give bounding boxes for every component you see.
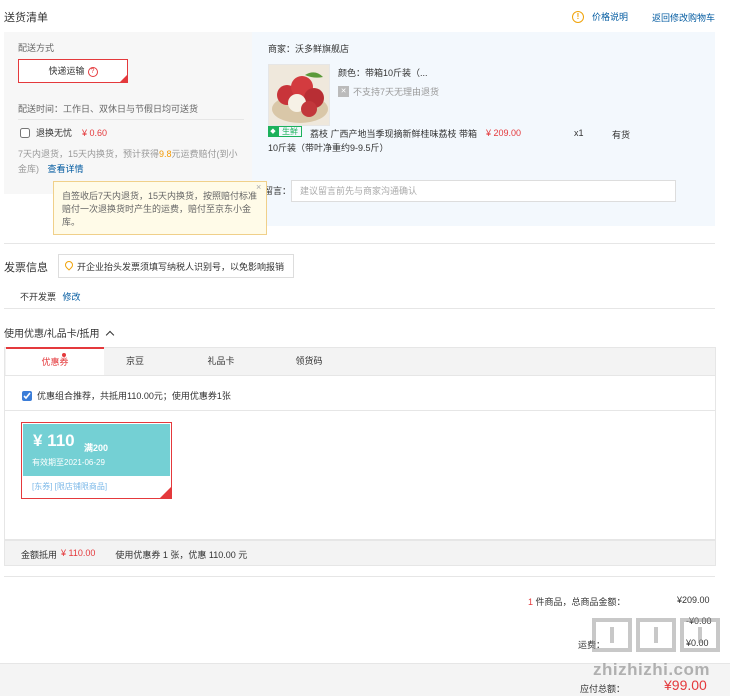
view-details-link[interactable]: 查看详情 bbox=[48, 164, 84, 174]
summary-detail: 使用优惠券 1 张，优惠 110.00 元 bbox=[115, 550, 248, 560]
tab-gift-card[interactable]: 礼品卡 bbox=[190, 347, 252, 375]
goods-count: 1 件商品，总商品金额： bbox=[528, 595, 626, 608]
return-option-price: ¥ 0.60 bbox=[82, 127, 108, 138]
divider bbox=[5, 410, 715, 411]
return-note-amount: 9.8 bbox=[159, 149, 172, 159]
product-price: ¥ 209.00 bbox=[486, 128, 522, 138]
close-icon[interactable]: × bbox=[256, 182, 261, 192]
coupon-condition: 满200 bbox=[84, 443, 109, 453]
price-note-label: 价格说明 bbox=[592, 12, 629, 22]
invoice-status-row: 不开发票 修改 bbox=[20, 290, 81, 303]
watermark-logo bbox=[592, 618, 720, 652]
remark-label: 留言： bbox=[264, 186, 292, 196]
delivery-time: 配送时间：工作日、双休日与节假日均可送货 bbox=[18, 104, 199, 114]
return-tooltip: 自签收后7天内退货，15天内换货，按照赔付标准赔付一次退换货时产生的运费，赔付至… bbox=[53, 181, 267, 235]
tab-jd-beans[interactable]: 京豆 bbox=[104, 347, 166, 375]
coupon-summary: 金额抵用 ¥ 110.00 使用优惠券 1 张，优惠 110.00 元 bbox=[21, 548, 247, 561]
delivery-method-label: 配送方式 bbox=[18, 43, 55, 53]
goods-count-text: 件商品，总商品金额： bbox=[535, 597, 626, 607]
tab-coupon-label: 优惠券 bbox=[41, 357, 69, 367]
summary-amount: ¥ 110.00 bbox=[61, 548, 96, 558]
new-dot-icon bbox=[62, 353, 66, 357]
delivery-method-text: 快递运输 bbox=[48, 66, 85, 76]
goods-count-number: 1 bbox=[528, 597, 534, 607]
invoice-tip: 开企业抬头发票须填写纳税人识别号，以免影响报销 bbox=[58, 254, 294, 278]
return-option-row: 退换无忧 ¥ 0.60 bbox=[20, 126, 107, 139]
coupon-tags: [东券] [限店铺限商品] bbox=[32, 482, 108, 491]
tab-coupon[interactable]: 优惠券 bbox=[6, 347, 104, 375]
summary-label: 金额抵用 bbox=[21, 550, 58, 560]
invoice-tip-text: 开企业抬头发票须填写纳税人识别号，以免影响报销 bbox=[77, 261, 285, 272]
no-return-text: 不支持7天无理由退货 bbox=[353, 87, 440, 97]
product-color: 颜色：带箱10斤装（... bbox=[338, 68, 428, 78]
selected-corner-mark bbox=[120, 75, 127, 82]
return-option-checkbox[interactable] bbox=[20, 127, 30, 138]
coupon-section-toggle[interactable]: 使用优惠/礼品卡/抵用 bbox=[4, 325, 114, 340]
product-quantity: x1 bbox=[574, 128, 584, 138]
coupon-section-title: 使用优惠/礼品卡/抵用 bbox=[4, 329, 100, 340]
coupon-validity: 有效期至2021-06-29 bbox=[32, 458, 105, 467]
divider bbox=[4, 308, 715, 309]
return-option-label: 退换无忧 bbox=[36, 128, 73, 138]
info-icon: ! bbox=[572, 10, 584, 23]
invoice-status: 不开发票 bbox=[20, 292, 57, 302]
return-note: 7天内退货，15天内换货，预计获得9.8元运费赔付(到小金库) 查看详情 bbox=[18, 147, 246, 177]
combo-recommend-row: 优惠组合推荐，共抵用110.00元；使用优惠券1张 bbox=[22, 389, 231, 402]
question-icon[interactable]: ? bbox=[87, 66, 98, 77]
fresh-badge: ◆ 生鲜 bbox=[268, 126, 302, 137]
divider bbox=[4, 243, 715, 244]
invoice-title: 发票信息 bbox=[4, 262, 48, 274]
combo-recommend-checkbox[interactable] bbox=[22, 390, 32, 401]
back-to-cart-link[interactable]: 返回修改购物车 bbox=[652, 11, 715, 24]
price-note-link[interactable]: ! 价格说明 bbox=[572, 10, 628, 23]
no-return-notice: ✕ 不支持7天无理由退货 bbox=[338, 85, 439, 98]
selected-check-icon bbox=[160, 487, 171, 498]
divider bbox=[18, 119, 244, 120]
watermark-text: zhizhizhi.com bbox=[593, 660, 710, 679]
coupon-amount: ¥ 110 bbox=[33, 431, 75, 450]
fresh-badge-label: 生鲜 bbox=[278, 126, 302, 137]
page-title: 送货清单 bbox=[4, 12, 48, 24]
tab-claim-code[interactable]: 领货码 bbox=[278, 347, 340, 375]
stock-status: 有货 bbox=[612, 130, 631, 140]
no-return-icon: ✕ bbox=[338, 86, 349, 97]
remark-input[interactable] bbox=[291, 180, 676, 202]
delivery-method-button[interactable]: 快递运输? bbox=[18, 59, 128, 83]
product-image[interactable] bbox=[268, 64, 330, 126]
location-pin-icon bbox=[65, 261, 73, 272]
chevron-up-icon bbox=[105, 330, 114, 339]
goods-total: ¥209.00 bbox=[677, 595, 710, 605]
invoice-modify-link[interactable]: 修改 bbox=[63, 292, 81, 302]
lychee-image bbox=[269, 65, 329, 125]
combo-recommend-text: 优惠组合推荐，共抵用110.00元；使用优惠券1张 bbox=[37, 391, 231, 401]
return-note-prefix: 7天内退货，15天内换货，预计获得 bbox=[18, 149, 160, 159]
divider bbox=[4, 576, 715, 577]
store-name: 商家：沃多鲜旗舰店 bbox=[268, 44, 350, 54]
fresh-icon: ◆ bbox=[268, 126, 278, 137]
payable-label: 应付总额： bbox=[580, 684, 626, 694]
